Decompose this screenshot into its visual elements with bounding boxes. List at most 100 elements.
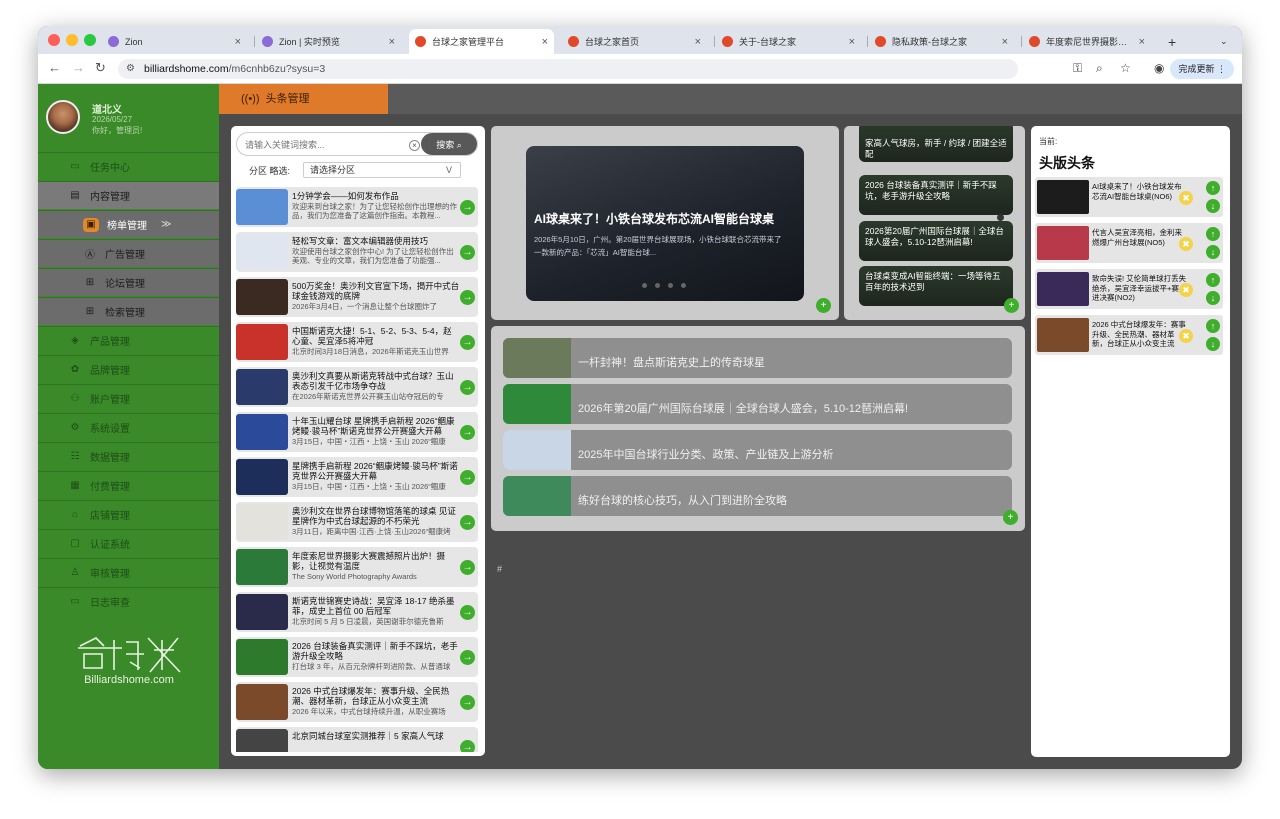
main-list-add-button[interactable]: + xyxy=(1003,510,1018,525)
scroll-indicator[interactable] xyxy=(997,214,1004,221)
article-item[interactable]: 斯诺克世锦赛史诗战：吴宜泽 18-17 绝杀墨菲，成史上首位 00 后冠军 北京时… xyxy=(236,592,478,632)
browser-tab[interactable]: Zion × xyxy=(102,29,247,54)
close-tab-icon[interactable]: × xyxy=(389,36,395,48)
zoom-icon[interactable]: ⌕ xyxy=(1096,61,1103,76)
forward-icon[interactable]: → xyxy=(72,61,85,75)
featured-item[interactable]: 2026 中式台球爆发年：赛事升级、全民热潮、器材革新，台球正从小众变主流(NO… xyxy=(1035,315,1223,355)
sidebar-item[interactable]: ⊞ 检索管理 xyxy=(38,297,219,325)
search-button[interactable]: 搜索 ⌕ xyxy=(421,133,477,155)
side-card[interactable]: 2026第20届广州国际台球展｜全球台球人盛会，5.10-12琶洲启幕! xyxy=(859,221,1013,261)
side-cards-add-button[interactable]: + xyxy=(1004,298,1019,313)
reload-icon[interactable]: ↻ xyxy=(95,61,106,75)
carousel-slide[interactable]: AI球桌来了！小铁台球发布芯流AI智能台球桌 2026年5月10日，广州。第20… xyxy=(526,146,804,301)
move-up-icon[interactable]: ↑ xyxy=(1206,227,1220,241)
url-field[interactable]: ⚙ billiardshome.com/m6cnhb6zu?sysu=3 xyxy=(118,59,1018,79)
article-item[interactable]: 奥沙利文真要从斯诺克转战中式台球？玉山表态引发千亿市场争夺战 在2026年斯诺克世… xyxy=(236,367,478,407)
featured-item[interactable]: 致命失误! 艾伦简单球打丢失绝杀，吴宜泽幸运拔平+赛点进决赛(NO2) ✖ ↑ ↓ xyxy=(1035,269,1223,309)
add-article-button[interactable]: → xyxy=(460,335,475,350)
article-item[interactable]: 星牌携手启新程 2026“鲴康烤鳗·骏马杯”斯诺克世界公开赛盛大开幕 3月15日，… xyxy=(236,457,478,497)
close-tab-icon[interactable]: × xyxy=(695,36,701,48)
minimize-window-button[interactable] xyxy=(66,34,78,46)
article-item[interactable]: 500万奖金！奥沙利文官宣下场，揭开中式台球金钱游戏的底牌 2026年3月4日，一… xyxy=(236,277,478,317)
site-settings-icon[interactable]: ⚙ xyxy=(126,59,135,79)
article-item[interactable]: 轻松写文章：富文本编辑器使用技巧 欢迎使用台球之家创作中心! 为了让您轻松创作出美… xyxy=(236,232,478,272)
close-tab-icon[interactable]: × xyxy=(235,36,241,48)
article-item[interactable]: 2026 台球装备真实测评｜新手不踩坑，老手游升级全攻略 打台球 3 年，从百元杂… xyxy=(236,637,478,677)
bookmark-star-icon[interactable]: ☆ xyxy=(1120,61,1131,75)
move-up-icon[interactable]: ↑ xyxy=(1206,319,1220,333)
move-down-icon[interactable]: ↓ xyxy=(1206,199,1220,213)
sidebar-item[interactable]: ☷ 数据管理 xyxy=(38,442,219,470)
close-tab-icon[interactable]: × xyxy=(542,36,548,48)
tab-search-chevron-icon[interactable]: ⌄ xyxy=(1214,29,1236,54)
add-article-button[interactable]: → xyxy=(460,200,475,215)
add-article-button[interactable]: → xyxy=(460,740,475,752)
close-tab-icon[interactable]: × xyxy=(1139,36,1145,48)
featured-item[interactable]: 代言人吴宜泽亮相，金利来燃爆广州台球展(NO5) ✖ ↑ ↓ xyxy=(1035,223,1223,263)
side-card[interactable]: 台球桌变成AI智能终端：一场等待五百年的技术迟到 xyxy=(859,266,1013,306)
browser-tab[interactable]: 年度索尼世界摄影大赛震撼照片出炉！ × xyxy=(1023,29,1151,54)
browser-tab[interactable]: 台球之家首页 × xyxy=(562,29,707,54)
search-input[interactable] xyxy=(245,137,405,153)
add-article-button[interactable]: → xyxy=(460,425,475,440)
close-window-button[interactable] xyxy=(48,34,60,46)
sidebar-item[interactable]: ▭ 日志审查 xyxy=(38,587,219,615)
close-tab-icon[interactable]: × xyxy=(849,36,855,48)
remove-icon[interactable]: ✖ xyxy=(1179,329,1193,343)
main-list-row[interactable]: 2025年中国台球行业分类、政策、产业链及上游分析 xyxy=(503,430,1012,470)
add-article-button[interactable]: → xyxy=(460,560,475,575)
browser-tab[interactable]: 关于-台球之家 × xyxy=(716,29,861,54)
move-down-icon[interactable]: ↓ xyxy=(1206,337,1220,351)
add-article-button[interactable]: → xyxy=(460,245,475,260)
maximize-window-button[interactable] xyxy=(84,34,96,46)
carousel-dot[interactable] xyxy=(655,283,660,288)
article-item[interactable]: 年度索尼世界摄影大赛震撼照片出炉！摄影，让视觉有温度 The Sony World… xyxy=(236,547,478,587)
featured-item[interactable]: AI球桌来了！小铁台球发布芯流AI智能台球桌(NO6) ✖ ↑ ↓ xyxy=(1035,177,1223,217)
main-list-row[interactable]: 2026年第20届广州国际台球展｜全球台球人盛会，5.10-12琶洲启幕! xyxy=(503,384,1012,424)
article-item[interactable]: 奥沙利文在世界台球博物馆落笔的球桌 见证星牌作为中式台球起源的不朽荣光 3月11日… xyxy=(236,502,478,542)
browser-tab[interactable]: Zion | 实时预览 × xyxy=(256,29,401,54)
main-list-row[interactable]: 练好台球的核心技巧，从入门到进阶全攻略 xyxy=(503,476,1012,516)
main-list-row[interactable]: 一杆封神！盘点斯诺克史上的传奇球星 xyxy=(503,338,1012,378)
article-item[interactable]: 十年玉山耀台球 星牌携手启新程 2026“鲴康烤鳗·骏马杯”斯诺克世界公开赛盛大… xyxy=(236,412,478,452)
sidebar-item[interactable]: ▭ 任务中心 xyxy=(38,152,219,180)
sidebar-item[interactable]: ⚇ 账户管理 xyxy=(38,384,219,412)
move-down-icon[interactable]: ↓ xyxy=(1206,245,1220,259)
sidebar-item[interactable]: ⊞ 论坛管理 xyxy=(38,268,219,296)
article-item[interactable]: 中国斯诺克大捷！5-1、5-2、5-3、5-4，赵心童、吴宜泽5将冲冠 北京时间3… xyxy=(236,322,478,362)
carousel-dot[interactable] xyxy=(681,283,686,288)
update-button[interactable]: 完成更新 ⋮ xyxy=(1170,59,1234,79)
article-item[interactable]: 1分钟学会——如何发布作品 欢迎来到台球之家！为了让您轻松创作出理想的作品，我们为… xyxy=(236,187,478,227)
carousel-add-button[interactable]: + xyxy=(816,298,831,313)
add-article-button[interactable]: → xyxy=(460,380,475,395)
add-article-button[interactable]: → xyxy=(460,470,475,485)
clear-search-icon[interactable]: × xyxy=(409,140,420,151)
remove-icon[interactable]: ✖ xyxy=(1179,283,1193,297)
sidebar-item[interactable]: ⚙ 系统设置 xyxy=(38,413,219,441)
avatar[interactable] xyxy=(46,100,80,134)
section-select[interactable]: 请选择分区 V xyxy=(303,162,461,178)
add-article-button[interactable]: → xyxy=(460,695,475,710)
profile-icon[interactable]: ◉ xyxy=(1154,61,1164,75)
side-card[interactable]: 2026 台球装备真实测评｜新手不踩坑，老手游升级全攻略 xyxy=(859,175,1013,215)
sidebar-item[interactable]: ✿ 品牌管理 xyxy=(38,355,219,383)
remove-icon[interactable]: ✖ xyxy=(1179,191,1193,205)
move-up-icon[interactable]: ↑ xyxy=(1206,273,1220,287)
sidebar-item[interactable]: ▤ 内容管理 xyxy=(38,181,219,209)
article-item[interactable]: 2026 中式台球爆发年：赛事升级、全民热潮、器材革新，台球正从小众变主流 202… xyxy=(236,682,478,722)
add-article-button[interactable]: → xyxy=(460,605,475,620)
side-card[interactable]: 家高人气球房，新手 / 约球 / 团建全适配 xyxy=(859,126,1013,162)
move-down-icon[interactable]: ↓ xyxy=(1206,291,1220,305)
sidebar-item[interactable]: ◈ 产品管理 xyxy=(38,326,219,354)
new-tab-button[interactable]: + xyxy=(1162,29,1186,54)
sidebar-item[interactable]: ♙ 审核管理 xyxy=(38,558,219,586)
sidebar-item[interactable]: ▢ 认证系统 xyxy=(38,529,219,557)
add-article-button[interactable]: → xyxy=(460,290,475,305)
carousel-dot[interactable] xyxy=(642,283,647,288)
article-item[interactable]: 北京同城台球室实测推荐｜5 家高人气球 → xyxy=(236,727,478,752)
sidebar-item[interactable]: ▣ 榜单管理 ≫ xyxy=(38,210,219,238)
move-up-icon[interactable]: ↑ xyxy=(1206,181,1220,195)
password-key-icon[interactable]: ⚿ xyxy=(1073,61,1082,76)
sidebar-item[interactable]: Ⓐ 广告管理 xyxy=(38,239,219,267)
tab-headline-management[interactable]: ((•)) 头条管理 xyxy=(219,84,388,114)
